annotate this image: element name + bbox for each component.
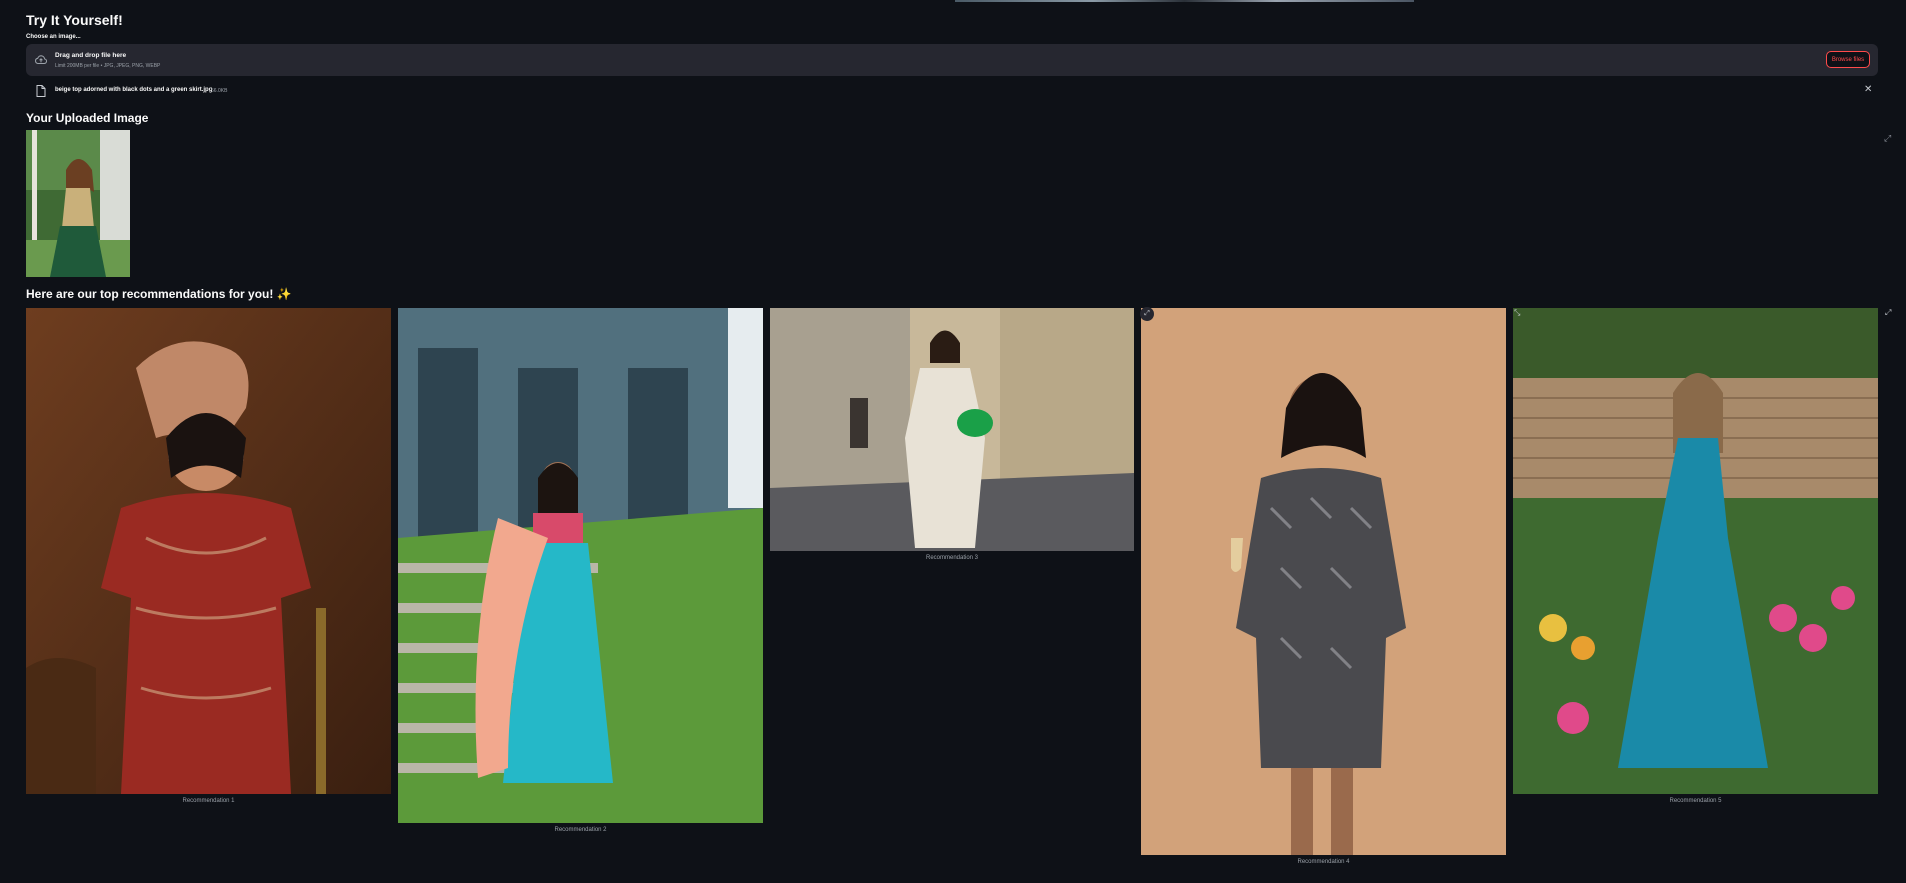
uploaded-image-heading: Your Uploaded Image xyxy=(26,111,149,125)
expand-icon[interactable]: ⤢ xyxy=(1140,307,1154,321)
recommendation-image-3 xyxy=(770,308,1134,551)
previous-image-strip xyxy=(955,0,1414,2)
recommendation-caption-1: Recommendation 1 xyxy=(182,798,235,804)
browse-files-button[interactable]: Browse files xyxy=(1826,51,1870,68)
page-title: Try It Yourself! xyxy=(26,12,123,28)
file-icon xyxy=(36,85,46,97)
uploaded-file-name: beige top adorned with black dots and a … xyxy=(55,87,213,93)
recommendation-caption-3: Recommendation 3 xyxy=(925,555,979,561)
recommendation-image-1 xyxy=(26,308,391,794)
uploaded-file-size: 56.0KB xyxy=(211,88,228,94)
recommendation-image-2 xyxy=(398,308,763,823)
cloud-upload-icon xyxy=(35,55,48,65)
uploader-label: Choose an image... xyxy=(26,34,81,40)
uploaded-image xyxy=(26,130,130,277)
recommendation-image-4 xyxy=(1141,308,1506,855)
fullscreen-icon[interactable]: ⤢ xyxy=(1885,308,1891,318)
expand-icon[interactable]: ⤡ xyxy=(1514,308,1520,318)
dropzone-title: Drag and drop file here xyxy=(55,52,127,59)
recommendations-heading: Here are our top recommendations for you… xyxy=(26,287,292,301)
recommendation-caption-4: Recommendation 4 xyxy=(1297,859,1350,865)
recommendation-image-5 xyxy=(1513,308,1878,794)
file-dropzone[interactable] xyxy=(26,44,1878,76)
recommendation-caption-2: Recommendation 2 xyxy=(554,827,607,833)
close-icon[interactable]: ✕ xyxy=(1864,84,1872,95)
fullscreen-icon[interactable]: ⤢ xyxy=(1884,133,1891,144)
recommendation-caption-5: Recommendation 5 xyxy=(1669,798,1722,804)
dropzone-limit-text: Limit 200MB per file • JPG, JPEG, PNG, W… xyxy=(55,63,161,69)
